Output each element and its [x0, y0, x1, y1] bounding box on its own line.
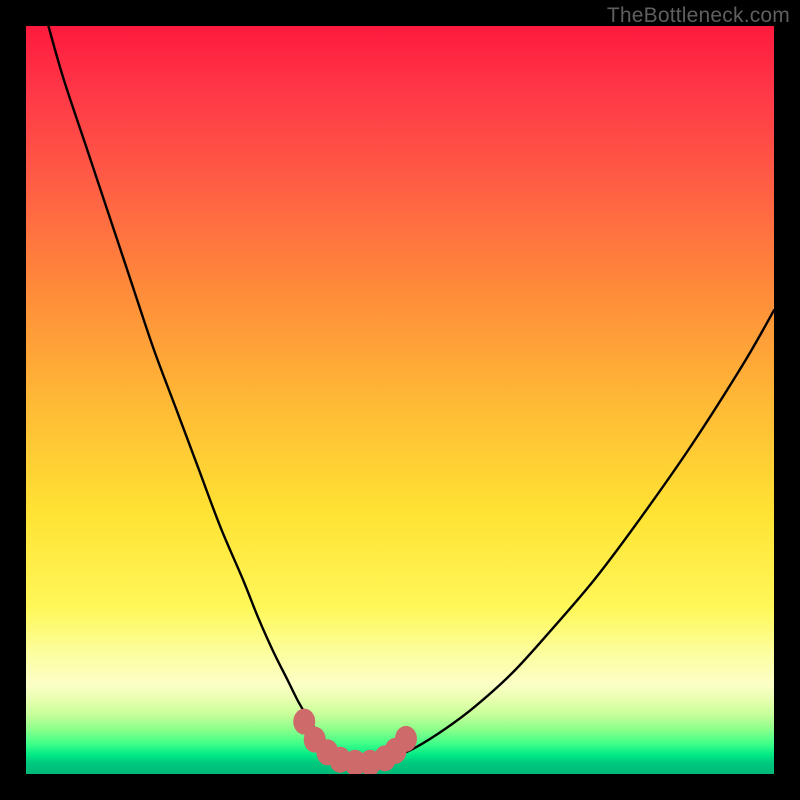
bottleneck-curve [48, 26, 774, 763]
plot-area [26, 26, 774, 774]
trough-markers [293, 709, 417, 774]
chart-frame: TheBottleneck.com [0, 0, 800, 800]
watermark-text: TheBottleneck.com [607, 4, 790, 28]
curve-layer [26, 26, 774, 774]
trough-marker [395, 726, 417, 752]
